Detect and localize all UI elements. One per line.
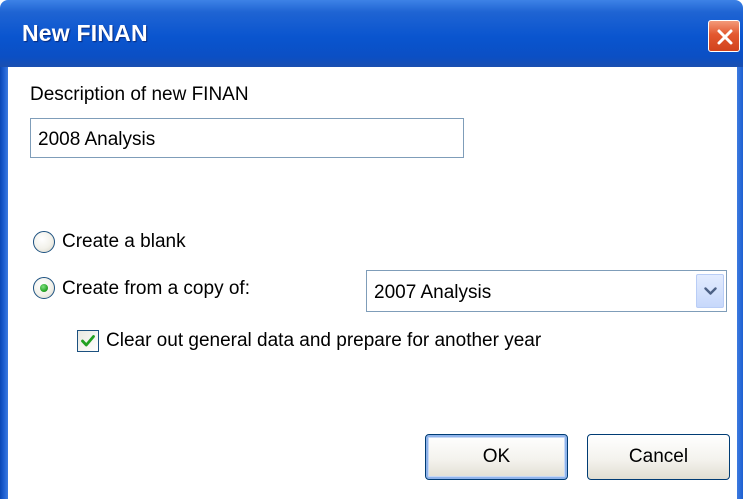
window-frame-left: [0, 67, 8, 499]
ok-button[interactable]: OK: [425, 434, 568, 480]
cancel-button[interactable]: Cancel: [587, 434, 730, 480]
radio-selected-dot: [40, 284, 48, 292]
create-blank-label[interactable]: Create a blank: [62, 231, 186, 253]
copy-source-value: 2007 Analysis: [374, 282, 492, 303]
dropdown-button[interactable]: [696, 274, 724, 308]
copy-source-dropdown[interactable]: 2007 Analysis: [366, 270, 727, 312]
clear-out-label[interactable]: Clear out general data and prepare for a…: [106, 330, 541, 352]
create-from-copy-label[interactable]: Create from a copy of:: [62, 278, 250, 300]
clear-out-checkbox[interactable]: [77, 330, 99, 352]
title-bar[interactable]: New FINAN: [0, 0, 743, 67]
chevron-down-icon: [704, 287, 717, 295]
window-frame-right: [737, 67, 743, 499]
checkmark-icon: [81, 335, 95, 347]
dialog-window: New FINAN Description of new FINAN 2008 …: [0, 0, 743, 499]
create-from-copy-radio[interactable]: [33, 277, 55, 299]
description-input[interactable]: 2008 Analysis: [30, 118, 464, 158]
close-icon: [717, 29, 733, 45]
close-button[interactable]: [708, 20, 740, 52]
create-blank-radio[interactable]: [33, 231, 55, 253]
window-title: New FINAN: [22, 20, 148, 46]
description-label: Description of new FINAN: [30, 84, 249, 105]
